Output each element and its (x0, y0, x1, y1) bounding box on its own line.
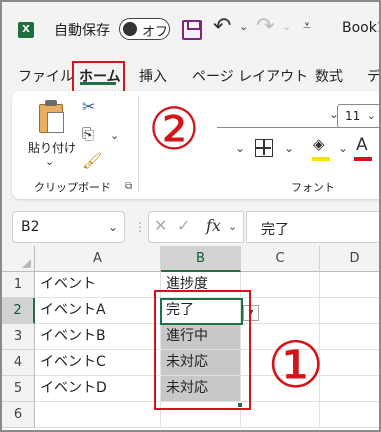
chevron-down-icon: ⌄ (366, 109, 376, 122)
toggle-knob (123, 22, 137, 36)
redo-icon[interactable]: ↷ (256, 14, 274, 39)
customize-qat-icon[interactable]: ⩡ (303, 18, 311, 34)
row-header-6[interactable]: 6 (2, 402, 35, 428)
column-header-a[interactable]: A (35, 246, 161, 272)
annotation-number-two: ② (148, 95, 200, 163)
cell-a1[interactable]: イベント (35, 272, 161, 298)
fill-color-icon[interactable]: ◈ (313, 135, 325, 153)
cancel-icon[interactable]: ✕ (154, 216, 167, 235)
title-bar: X 自動保存 オフ ↶ ⌄ ↷ ⌄ ⩡ Book1 (2, 2, 379, 52)
cell-a2[interactable]: イベントA (35, 298, 161, 324)
dropdown-highlight-box (154, 290, 251, 410)
select-all-button[interactable] (2, 246, 35, 272)
home-tab-highlight-box (72, 61, 125, 93)
copy-icon[interactable]: ⎘ (82, 125, 94, 143)
formula-value: 完了 (261, 222, 289, 238)
underline-dropdown-icon[interactable]: ⌄ (235, 141, 245, 155)
tab-insert[interactable]: 挿入 (139, 66, 167, 86)
annotation-number-one: ① (267, 329, 325, 403)
format-painter-icon[interactable]: 🖌 (82, 151, 102, 170)
cell-d2[interactable] (320, 298, 379, 324)
formula-input[interactable]: 完了 (246, 211, 379, 243)
cell-c1[interactable] (241, 272, 320, 298)
clipboard-clip (45, 100, 57, 106)
copy-dropdown-icon[interactable]: ⌄ (110, 129, 119, 142)
formula-bar-grip-icon[interactable]: ⋮ (134, 220, 146, 234)
paste-dropdown-icon[interactable]: ⌄ (45, 155, 54, 168)
clipboard-launcher-icon[interactable]: ⧉ (125, 181, 132, 192)
font-color-swatch (354, 157, 372, 161)
excel-window: X 自動保存 オフ ↶ ⌄ ↷ ⌄ ⩡ Book1 ファイル ホーム 挿入 ペー… (0, 0, 381, 432)
cell-c6[interactable] (241, 402, 320, 428)
tab-file[interactable]: ファイル (18, 66, 74, 86)
row-header-2[interactable]: 2 (2, 298, 35, 324)
name-box[interactable]: B2 ⌄ (12, 211, 125, 243)
font-size-select[interactable]: 11 ⌄ (337, 104, 379, 128)
redo-dropdown-icon[interactable]: ⌄ (282, 20, 291, 33)
cell-a6[interactable] (35, 402, 161, 428)
row-header-1[interactable]: 1 (2, 272, 35, 298)
row-header-4[interactable]: 4 (2, 350, 35, 376)
fill-color-dropdown-icon[interactable]: ⌄ (338, 141, 348, 155)
cell-d5[interactable] (320, 376, 379, 402)
row-header-5[interactable]: 5 (2, 376, 35, 402)
book-title: Book1 (342, 20, 379, 36)
autosave-toggle[interactable]: オフ (119, 18, 170, 40)
row-header-3[interactable]: 3 (2, 324, 35, 350)
cell-a4[interactable]: イベントC (35, 350, 161, 376)
save-icon[interactable] (182, 20, 202, 40)
fill-color-swatch (312, 157, 330, 161)
cell-a5[interactable]: イベントD (35, 376, 161, 402)
column-header-c[interactable]: C (241, 246, 320, 272)
cell-d3[interactable] (320, 324, 379, 350)
paste-button-label[interactable]: 貼り付け (28, 139, 76, 156)
font-group-label: フォント (291, 181, 335, 194)
font-name-select[interactable]: ⌄ (217, 104, 341, 128)
tab-formulas[interactable]: 数式 (315, 66, 343, 86)
undo-dropdown-icon[interactable]: ⌄ (239, 20, 248, 33)
font-size-value: 11 (345, 109, 361, 123)
enter-icon[interactable]: ✓ (177, 216, 190, 235)
excel-logo-icon: X (18, 22, 34, 38)
column-header-d[interactable]: D (320, 246, 379, 272)
formula-buttons: ✕ ✓ fx ⌄ (148, 211, 244, 243)
column-header-b[interactable]: B (161, 246, 241, 272)
autosave-label: 自動保存 (54, 23, 110, 39)
group-separator (138, 97, 139, 191)
cell-d4[interactable] (320, 350, 379, 376)
cell-d6[interactable] (320, 402, 379, 428)
tab-data[interactable]: デ (367, 66, 379, 86)
cell-a3[interactable]: イベントB (35, 324, 161, 350)
ribbon-tabs: ファイル ホーム 挿入 ページ レイアウト 数式 デ (2, 60, 379, 90)
font-color-icon[interactable]: A (356, 135, 368, 155)
chevron-down-icon[interactable]: ⌄ (228, 220, 237, 233)
name-box-value: B2 (21, 219, 40, 235)
cell-d1[interactable] (320, 272, 379, 298)
clipboard-group-label: クリップボード (34, 181, 111, 194)
chevron-down-icon: ⌄ (107, 220, 118, 234)
cut-icon[interactable]: ✂ (82, 97, 95, 116)
clipboard-paper (47, 112, 64, 133)
borders-dropdown-icon[interactable]: ⌄ (284, 141, 294, 155)
insert-function-icon[interactable]: fx (206, 216, 221, 235)
borders-icon[interactable] (255, 139, 273, 157)
paste-icon[interactable] (37, 100, 65, 134)
undo-icon[interactable]: ↶ (213, 14, 231, 39)
tab-page-layout[interactable]: ページ レイアウト (192, 66, 308, 86)
autosave-state: オフ (142, 25, 169, 40)
